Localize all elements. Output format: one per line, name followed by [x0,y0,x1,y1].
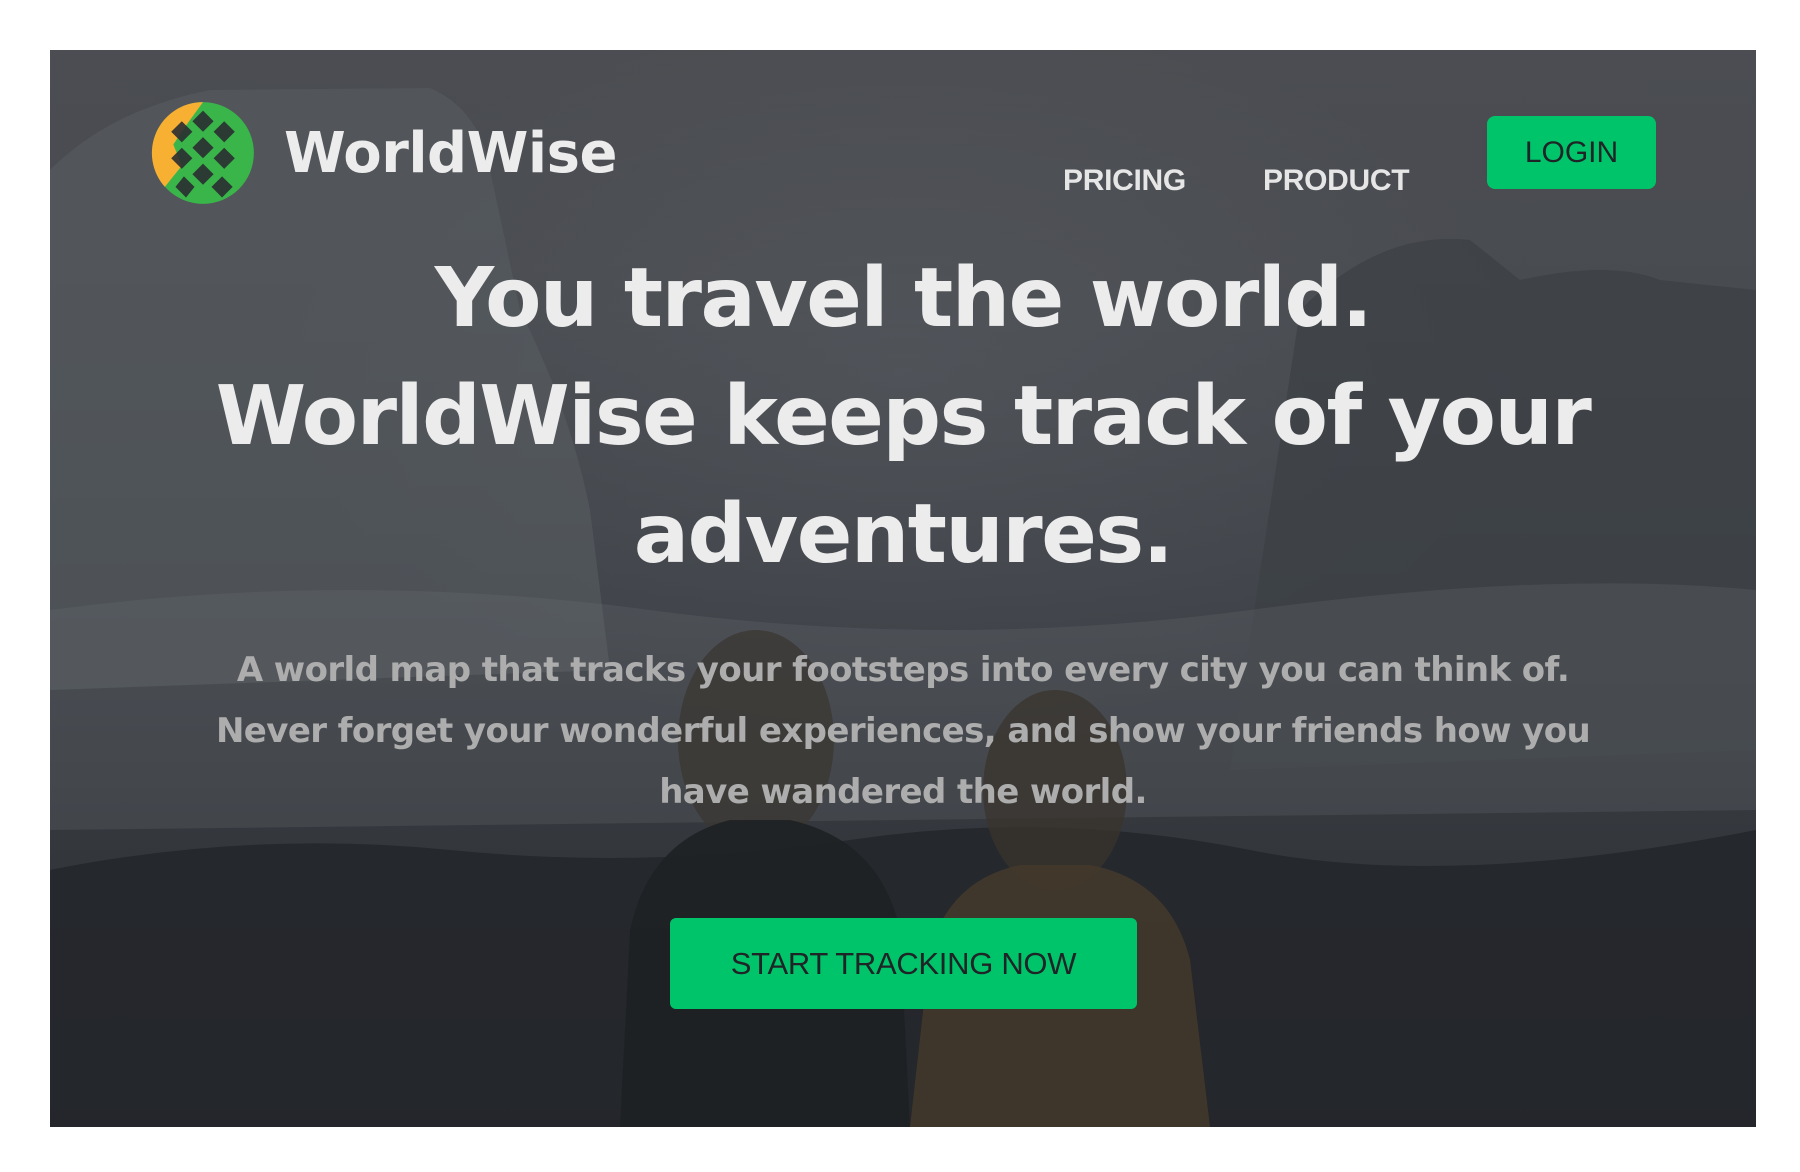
nav-link-pricing[interactable]: PRICING [1063,164,1186,198]
nav-link-product[interactable]: PRODUCT [1263,164,1410,198]
description-line: have wandered the world. [659,772,1147,812]
headline-line: WorldWise keeps track of your [215,369,1592,464]
hero-headline: You travel the world. WorldWise keeps tr… [50,240,1756,594]
brand-logo[interactable]: WorldWise [150,100,617,206]
headline-line: You travel the world. [434,251,1373,346]
description-line: Never forget your wonderful experiences,… [215,711,1591,751]
hero-description: A world map that tracks your footsteps i… [50,640,1756,823]
globe-icon [151,102,254,204]
login-button[interactable]: LOGIN [1487,116,1656,189]
start-tracking-button[interactable]: START TRACKING NOW [670,918,1137,1009]
hero-section: WorldWise PRICING PRODUCT LOGIN You trav… [50,50,1756,1127]
top-navigation: WorldWise PRICING PRODUCT LOGIN [50,50,1756,250]
headline-line: adventures. [633,487,1174,582]
description-line: A world map that tracks your footsteps i… [236,650,1570,690]
brand-name: WorldWise [284,120,617,186]
